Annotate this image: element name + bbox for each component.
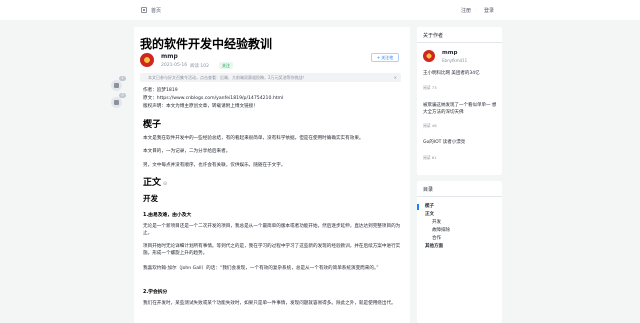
anchor-link-icon[interactable]: ⊝ (163, 181, 167, 187)
activity-notice: 本文已参与好文召集令活动，点击查看：后端、大前端双赛道投稿，2万元奖池等你挑战！… (140, 73, 401, 82)
follow-button[interactable]: + 关注他 (371, 53, 399, 62)
author-card-name[interactable]: mmp (442, 50, 457, 56)
paragraph: 项目开始时无论详细计划所有事情。等到代之的是，我在学习的过程中学习了这些新的发现… (143, 244, 401, 256)
nav-login-link[interactable]: 登录 (484, 7, 494, 14)
author-name[interactable]: mmp (161, 53, 178, 60)
paragraph: 本文是我在软件开发中的一些经验总结，有的看起来很简单，没有科学依据，但是在使用时… (143, 136, 364, 141)
paragraph: 我们在开发时，某些测试失败或某个功能失效时，如果只是单一件事情，发现问题就容易得… (143, 301, 396, 306)
related-article-meta: 阅读 61 (423, 155, 437, 160)
nav-home-link[interactable]: 首页 (151, 7, 161, 14)
article-tag[interactable]: 关注 (219, 62, 233, 69)
intro-source-line: 原文：https://www.cnblogs.com/yanfei1819/p/… (143, 95, 403, 102)
article-panel: 我的软件开发中经验教训 mmp 2021-05-16 阅读 102 关注 + 关… (134, 27, 410, 323)
like-button[interactable]: 1 (111, 76, 126, 91)
article-title: 我的软件开发中经验教训 (140, 37, 273, 51)
article-date: 2021-05-16 (161, 63, 188, 68)
paragraph: 无论是一个新项目还是一个二次开发的项目，我总是从一个最简单的版本或者功能开始，然… (143, 224, 401, 236)
heading-kaifa: 开发 (143, 194, 158, 203)
top-navbar: 首页 注册 · 登录 (0, 0, 640, 20)
related-article-meta: 阅读 46 (423, 123, 437, 128)
paragraph: 本文目的，一为记录，二为分享给后来者。 (143, 149, 231, 154)
source-link[interactable]: https://www.cnblogs.com/yanfei1819/p/147… (157, 96, 284, 101)
toc-item[interactable]: 楔子 (425, 204, 434, 210)
comment-count-badge: 0 (119, 93, 126, 98)
nav-separator: · (476, 7, 478, 13)
nav-register-link[interactable]: 注册 (461, 7, 471, 14)
toc-title: 目录 (423, 187, 434, 193)
like-count-badge: 1 (119, 76, 126, 81)
heading-xiezi: 楔子 (143, 120, 162, 130)
related-article-meta: 阅读 73 (423, 85, 437, 90)
toc-item[interactable]: 其他方面 (425, 244, 443, 250)
paragraph: 另，文中每点并没有顺序，也许会有关联，仅供娱乐，随随在于文字。 (143, 163, 286, 168)
intro-source-prefix: 原文： (143, 96, 157, 101)
thumb-up-icon (114, 83, 119, 88)
comment-button[interactable]: 0 (111, 93, 126, 108)
notice-text: 本文已参与好文召集令活动，点击查看：后端、大前端双赛道投稿，2万元奖池等你挑战！ (148, 75, 307, 80)
toc-item[interactable]: 合作 (432, 236, 441, 242)
heading-zhengwen: 正文 ⊝ (143, 175, 167, 188)
author-card-handle: Ebnyfkmd11 (442, 58, 468, 63)
author-card-title: 关于作者 (423, 33, 444, 39)
comment-icon (114, 100, 119, 105)
point-title: 2.学会拆分 (143, 290, 168, 295)
intro-author-line: 作者：追梦1819 (143, 88, 178, 93)
author-avatar[interactable] (140, 53, 154, 67)
toc-item[interactable]: 开发 (432, 220, 441, 226)
intro-copyright: 版权声明：本文为博主原创文章，转载请附上博文链接！ (143, 104, 258, 109)
home-icon[interactable] (141, 7, 147, 13)
close-icon[interactable]: × (394, 73, 397, 82)
divider (417, 42, 502, 43)
toc-item[interactable]: 故障排除 (432, 228, 450, 234)
related-article-link[interactable]: 被欺骗这纳发现了一个看似单单一 想大全方法的深切天佛 (423, 102, 497, 116)
author-card: 关于作者 mmp Ebnyfkmd11 王小明科比网 美团者的34亿 阅读 73… (417, 27, 502, 175)
heading-text: 正文 (143, 178, 162, 188)
related-article-link[interactable]: 王小明科比网 美团者的34亿 (423, 70, 497, 77)
toc-card: 目录 楔子 正文 开发 故障排除 合作 其他方面 (417, 181, 502, 323)
divider (417, 196, 502, 197)
related-article-link[interactable]: Go的IOT 读者小漂亮 (423, 139, 497, 146)
point-title: 1.由易及难，由小及大 (143, 213, 192, 218)
toc-item[interactable]: 正文 (425, 212, 434, 218)
article-reads: 阅读 102 (190, 64, 210, 69)
author-card-avatar[interactable] (423, 50, 435, 62)
paragraph: 我喜欢约翰·加尔（John Gall）的话：“我们会发现，一个有效的复杂系统，总… (143, 266, 379, 271)
toc-active-indicator (417, 204, 419, 210)
